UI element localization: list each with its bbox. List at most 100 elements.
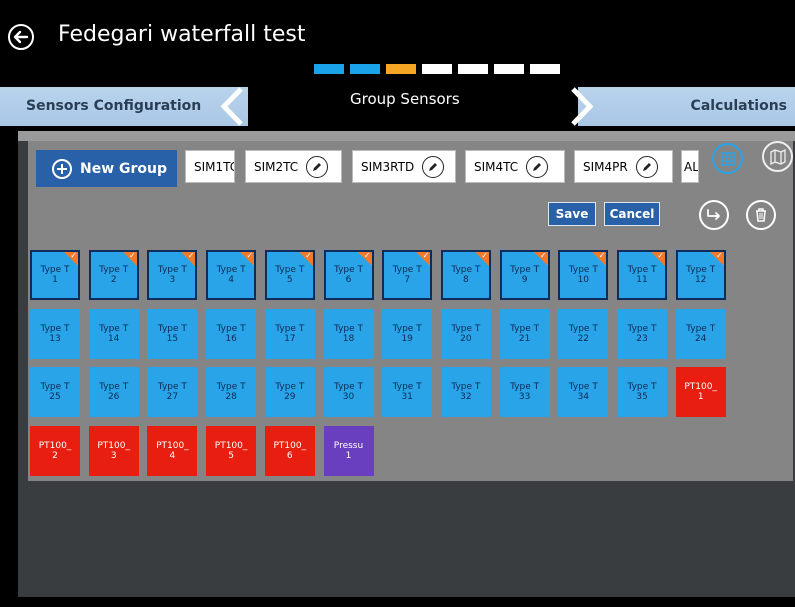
group-tab-al[interactable]: AL [681,150,699,183]
map-view-button[interactable] [762,141,793,172]
sensor-tile-number: 14 [107,333,120,344]
group-tab-sim4pr[interactable]: SIM4PR [574,150,673,183]
sensor-tile-number: 1 [52,275,58,285]
sensor-tile-number: 4 [228,275,234,285]
new-group-button[interactable]: New Group [36,150,177,187]
sensor-tile-number: 2 [52,450,58,461]
sensor-tile-type: Type T [568,265,598,275]
sensor-tile[interactable]: Type T 14 [88,308,139,359]
sensor-tile-type: Type T [686,323,716,334]
sensor-tile[interactable]: Type T 24 [675,308,726,359]
sensor-tile-type: PT100_ [273,440,307,451]
sensor-tile[interactable]: Type T 32 [440,367,491,417]
sensor-tile-number: 5 [228,450,234,461]
cancel-button[interactable]: Cancel [604,202,660,226]
sensor-tile[interactable]: PT100_ 5 [206,425,257,476]
sensor-tile[interactable]: Type T 35 [617,367,667,417]
sensor-tile-number: 32 [460,392,472,402]
checkmark-icon: ✓ [539,251,547,260]
group-tab-sim4tc[interactable]: SIM4TC [465,150,565,183]
sensor-tile-number: 31 [401,392,413,402]
sensor-tile[interactable]: Type T 18 [323,308,374,359]
sensor-tile[interactable]: Type T 21 [499,308,550,359]
sensor-tile[interactable]: Type T 22 [558,308,609,359]
nav-previous-label[interactable]: Sensors Configuration [26,98,201,114]
sensor-tile-type: PT100_ [684,382,717,392]
edit-pencil-icon[interactable] [306,155,329,178]
sensor-tile[interactable]: PT100_ 6 [264,425,315,476]
sensor-tile-number: 22 [577,333,590,344]
progress-step [530,64,560,74]
sensor-tile[interactable]: Type T 34 [558,367,609,417]
sensor-tile[interactable]: Type T 17 [264,308,315,359]
sensor-tile-number: 13 [49,333,61,344]
edit-pencil-icon[interactable] [635,155,658,178]
sensor-tile[interactable]: Type T 5 ✓ [264,250,315,300]
sensor-tile[interactable]: Type T 28 [206,367,257,417]
sensor-tile[interactable]: Type T 11 ✓ [617,250,667,300]
edit-pencil-icon[interactable] [526,155,549,178]
sensor-tile[interactable]: Type T 3 ✓ [147,250,198,300]
cancel-button-label: Cancel [609,207,655,221]
sensor-tile-type: Type T [40,382,70,392]
chevron-right-icon[interactable] [566,87,600,126]
sensor-tile-type: Type T [510,382,540,392]
sensor-tile-type: Type T [157,323,187,334]
sensor-tile[interactable]: Pressu 1 [323,425,374,476]
nav-next-label[interactable]: Calculations [691,98,787,114]
sensor-tile[interactable]: Type T 15 [147,308,198,359]
sensor-tile[interactable]: Type T 4 ✓ [206,250,257,300]
sensor-tile[interactable]: Type T 27 [147,367,198,417]
checkmark-icon: ✓ [305,251,312,260]
chevron-left-icon[interactable] [214,87,248,126]
sensor-tile[interactable]: PT100_ 3 [88,425,139,476]
sensor-tile[interactable]: Type T 26 [88,367,139,417]
sensor-tile[interactable]: Type T 2 ✓ [88,250,139,300]
sensor-tile-number: 19 [401,333,413,344]
sensor-tile-number: 24 [694,333,707,344]
sensor-tile[interactable]: Type T 19 [382,308,433,359]
sensor-tile[interactable]: Type T 7 ✓ [382,250,433,300]
sensor-tile[interactable]: PT100_ 1 [675,367,726,417]
trash-icon [756,208,766,222]
sensor-tile-number: 16 [225,333,237,344]
save-button[interactable]: Save [548,202,596,226]
sensor-tile-type: Type T [451,382,481,392]
sensor-tile[interactable]: Type T 9 ✓ [499,250,550,300]
sensor-tile[interactable]: Type T 8 ✓ [440,250,491,300]
back-button[interactable] [8,24,34,50]
content-panel-border [18,131,795,141]
sensor-tile[interactable]: Type T 1 ✓ [30,250,80,300]
group-tab-sim2tc[interactable]: SIM2TC [245,150,342,183]
group-tab-sim1tc[interactable]: SIM1TC [185,150,235,183]
sensor-tile-number: 9 [521,275,528,285]
sensor-tile[interactable]: Type T 6 ✓ [323,250,374,300]
group-tab-label: AL [684,159,699,174]
sensor-tile[interactable]: Type T 25 [30,367,80,417]
sensor-tile[interactable]: Type T 16 [206,308,257,359]
sensor-tile-number: 26 [107,392,120,402]
sensor-tile[interactable]: PT100_ 4 [147,425,198,476]
group-tab-label: SIM4PR [583,159,628,174]
sensor-tile-type: Type T [510,265,540,275]
sensor-tile[interactable]: Type T 12 ✓ [675,250,726,300]
sensor-tile[interactable]: Type T 23 [617,308,667,359]
grid-icon [720,151,735,166]
checkmark-icon: ✓ [363,251,371,260]
sensor-tile[interactable]: Type T 33 [499,367,550,417]
move-to-group-button[interactable] [699,200,729,230]
sensor-tile[interactable]: Type T 20 [440,308,491,359]
sensor-tile[interactable]: Type T 10 ✓ [558,250,609,300]
sensor-tile[interactable]: Type T 29 [264,367,315,417]
group-tab-label: SIM3RTD [361,159,415,174]
delete-button[interactable] [746,200,776,230]
checkmark-icon: ✓ [657,251,664,260]
sensor-tile[interactable]: PT100_ 2 [30,425,80,476]
edit-pencil-icon[interactable] [422,155,445,178]
sensor-tile[interactable]: Type T 31 [382,367,433,417]
group-tab-sim3rtd[interactable]: SIM3RTD [352,150,456,183]
grid-view-button[interactable] [712,143,743,174]
sensor-tile[interactable]: Type T 30 [323,367,374,417]
map-icon [769,148,786,165]
sensor-tile[interactable]: Type T 13 [30,308,80,359]
